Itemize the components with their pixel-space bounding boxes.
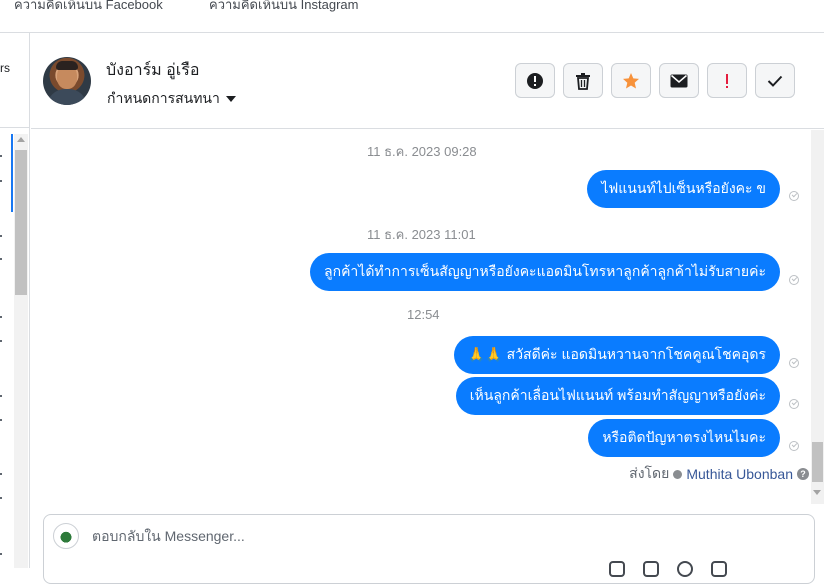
- timestamp: 12:54: [407, 307, 440, 322]
- list-item[interactable]: [0, 340, 2, 342]
- reply-composer: [43, 514, 815, 584]
- timestamp: 11 ธ.ค. 2023 11:01: [367, 227, 476, 242]
- composer-toolbar: [609, 561, 727, 577]
- scroll-up-icon[interactable]: [17, 137, 25, 142]
- star-icon: [623, 72, 639, 88]
- attachment-icon[interactable]: [609, 561, 625, 577]
- selected-conversation-indicator: [11, 134, 13, 212]
- contact-name[interactable]: บังอาร์ม อู่เรือ: [106, 58, 199, 83]
- trash-icon: [576, 72, 590, 90]
- action-toolbar: [515, 63, 795, 98]
- message-thread[interactable]: 11 ธ.ค. 2023 09:28 ไฟแนนท์ไปเซ็นหรือยังค…: [31, 130, 811, 504]
- message-bubble[interactable]: ลูกค้าได้ทำการเซ็นสัญญาหรือยังคะแอดมินโท…: [310, 253, 780, 291]
- checkmark-icon: [767, 75, 783, 87]
- list-item[interactable]: [0, 155, 2, 157]
- thread-scrollbar[interactable]: [811, 130, 824, 504]
- assign-label: กำหนดการสนทนา: [107, 90, 220, 106]
- mark-unread-button[interactable]: [659, 63, 699, 98]
- list-heading-fragment: rs: [0, 61, 10, 75]
- follow-up-button[interactable]: [707, 63, 747, 98]
- message-bubble[interactable]: หรือติดปัญหาตรงไหนไมคะ: [588, 419, 780, 457]
- delivered-icon: [789, 275, 799, 285]
- conversation-list: rs: [0, 33, 30, 568]
- divider: [0, 127, 29, 128]
- check-circle-icon: [673, 469, 683, 479]
- list-item[interactable]: [0, 316, 2, 318]
- delivered-icon: [789, 191, 799, 201]
- list-item[interactable]: [0, 395, 2, 397]
- message-bubble[interactable]: ไฟแนนท์ไปเซ็นหรือยังคะ ข: [587, 170, 780, 208]
- list-item[interactable]: [0, 258, 2, 260]
- assign-conversation-dropdown[interactable]: กำหนดการสนทนา: [107, 88, 236, 110]
- sent-by-line: ส่งโดย Muthita Ubonban ?: [629, 463, 809, 485]
- list-item[interactable]: [0, 235, 2, 237]
- list-item[interactable]: [0, 419, 2, 421]
- tab-instagram-comments[interactable]: ความคิดเห็นบน Instagram: [209, 0, 358, 15]
- scrollbar-thumb[interactable]: [812, 442, 823, 482]
- sender-name[interactable]: Muthita Ubonban: [686, 466, 793, 482]
- delivered-icon: [789, 358, 799, 368]
- tab-facebook-comments[interactable]: ความคิดเห็นบน Facebook: [14, 0, 163, 15]
- avatar[interactable]: [43, 57, 91, 105]
- image-icon[interactable]: [643, 561, 659, 577]
- conversation-header: บังอาร์ม อู่เรือ กำหนดการสนทนา: [31, 33, 824, 129]
- list-item[interactable]: [0, 473, 2, 475]
- message-bubble[interactable]: เห็นลูกค้าเลื่อนไฟแนนท์ พร้อมทำสัญญาหรือ…: [455, 377, 780, 415]
- spam-button[interactable]: [515, 63, 555, 98]
- top-tab-bar: ความคิดเห็นบน Facebook ความคิดเห็นบน Ins…: [0, 0, 824, 33]
- emoji-icon[interactable]: [677, 561, 693, 577]
- star-button[interactable]: [611, 63, 651, 98]
- reply-input[interactable]: [92, 528, 772, 544]
- timestamp: 11 ธ.ค. 2023 09:28: [367, 144, 477, 159]
- scrollbar-thumb[interactable]: [15, 150, 27, 295]
- delivered-icon: [789, 441, 799, 451]
- scroll-down-icon[interactable]: [813, 490, 821, 495]
- page-avatar: [53, 523, 79, 549]
- envelope-icon: [670, 74, 688, 87]
- list-item[interactable]: [0, 180, 2, 182]
- list-item[interactable]: [0, 553, 2, 555]
- list-scrollbar[interactable]: [14, 134, 28, 568]
- caret-down-icon: [225, 96, 236, 102]
- list-item[interactable]: [0, 497, 2, 499]
- saved-reply-icon[interactable]: [711, 561, 727, 577]
- spam-icon: [527, 72, 543, 89]
- sent-by-label: ส่งโดย: [629, 465, 670, 481]
- mark-done-button[interactable]: [755, 63, 795, 98]
- delete-button[interactable]: [563, 63, 603, 98]
- delivered-icon: [789, 399, 799, 409]
- message-bubble[interactable]: 🙏🙏 สวัสดีค่ะ แอดมินหวานจากโชคคูณโชคอุดร: [453, 336, 780, 374]
- exclamation-icon: [726, 73, 728, 88]
- help-icon[interactable]: ?: [797, 468, 809, 480]
